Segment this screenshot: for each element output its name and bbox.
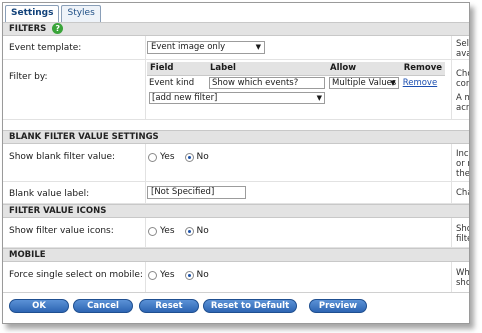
filter-field-cell: Event kind — [149, 77, 195, 88]
preview-button[interactable]: Preview — [309, 299, 367, 313]
description-column: Sho filte — [451, 218, 469, 247]
row-show-blank: Show blank filter value: Yes No Incl or … — [3, 144, 470, 182]
row-blank-label: Blank value label: [Not Specified] Cha — [3, 182, 469, 204]
show-icons-label: Show filter value icons: — [9, 226, 114, 236]
show-icons-no-label: No — [196, 226, 209, 236]
row-force-single: Force single select on mobile: Yes No Wh… — [3, 262, 470, 292]
add-new-filter-value: [add new filter] — [152, 92, 218, 103]
description-column: Choo conf A ma acro — [451, 60, 470, 119]
event-template-desc: Sele — [456, 39, 469, 49]
description-column: Cha — [451, 182, 469, 203]
filter-table: Field Label Allow Remove Event kind Show… — [147, 62, 445, 105]
show-icons-radio-group: Yes No — [148, 226, 209, 236]
empty-cell — [401, 90, 445, 105]
show-blank-desc-2: or m — [456, 159, 469, 169]
section-blank-filter: BLANK FILTER VALUE SETTINGS — [3, 130, 469, 144]
show-blank-desc: Incl — [456, 149, 470, 159]
filter-by-label: Filter by: — [9, 72, 48, 82]
filter-by-desc-2: conf — [456, 79, 469, 89]
force-single-desc-2: sho — [456, 278, 470, 288]
tab-styles[interactable]: Styles — [61, 5, 101, 22]
force-single-yes-label: Yes — [160, 270, 175, 280]
force-single-no-label: No — [196, 270, 209, 280]
force-single-label: Force single select on mobile: — [9, 270, 143, 280]
show-blank-no-label: No — [196, 152, 209, 162]
section-filter-icons: FILTER VALUE ICONS — [3, 204, 469, 218]
value-column — [145, 218, 146, 247]
filter-label-input[interactable]: Show which events? — [209, 76, 325, 89]
event-template-select[interactable]: Event image only ▼ — [147, 41, 265, 54]
cancel-button[interactable]: Cancel — [73, 299, 133, 313]
tab-settings[interactable]: Settings — [5, 5, 60, 22]
empty-cell — [327, 90, 401, 105]
filter-by-desc-3: A ma — [456, 93, 469, 103]
column-header-allow: Allow — [327, 62, 401, 76]
show-icons-no-radio[interactable] — [184, 226, 194, 236]
description-column: Sele ava — [451, 36, 470, 59]
force-single-radio-group: Yes No — [148, 270, 209, 280]
show-blank-desc-3: the — [456, 169, 470, 179]
value-column — [145, 36, 146, 59]
column-header-label: Label — [207, 62, 327, 76]
filter-by-desc-4: acro — [456, 103, 470, 113]
section-filters: FILTERS ? — [3, 22, 469, 36]
force-single-yes-radio[interactable] — [148, 270, 157, 280]
table-row: Event kind Show which events? Multiple V… — [147, 75, 445, 90]
event-template-value: Event image only — [151, 42, 226, 52]
show-icons-desc: Sho — [456, 224, 469, 234]
value-column — [145, 60, 146, 119]
show-blank-radio-group: Yes No — [148, 152, 209, 162]
section-filters-title: FILTERS — [9, 24, 47, 34]
remove-filter-link[interactable]: Remove — [403, 78, 438, 88]
value-column — [145, 182, 146, 203]
blank-value-input[interactable]: [Not Specified] — [147, 186, 246, 199]
help-icon[interactable]: ? — [52, 23, 64, 34]
filter-label-cell: Show which events? — [207, 75, 327, 90]
add-filter-row: [add new filter] ▼ — [147, 90, 445, 105]
show-blank-no-radio[interactable] — [184, 152, 194, 162]
show-icons-yes-label: Yes — [160, 226, 175, 236]
tab-bar: Settings Styles — [5, 5, 103, 22]
row-show-icons: Show filter value icons: Yes No Sho filt… — [3, 218, 469, 248]
force-single-desc: Whe — [456, 268, 470, 278]
button-bar: OK Cancel Reset Reset to Default Preview — [3, 292, 469, 323]
value-column — [145, 144, 146, 181]
chevron-down-icon: ▼ — [316, 93, 322, 102]
row-event-template: Event template: Event image only ▼ Sele … — [3, 36, 470, 60]
filter-allow-select[interactable]: Multiple Values ▼ — [329, 76, 399, 89]
add-filter-cell: [add new filter] ▼ — [147, 90, 327, 105]
ok-button[interactable]: OK — [9, 299, 69, 313]
show-blank-yes-label: Yes — [160, 152, 175, 162]
blank-value-label: Blank value label: — [9, 189, 90, 199]
section-mobile: MOBILE — [3, 248, 469, 262]
row-filter-by: Filter by: Field Label Allow Remove Even… — [3, 60, 470, 120]
filter-allow-value: Multiple Values — [332, 77, 397, 88]
chevron-down-icon: ▼ — [255, 43, 261, 51]
reset-to-default-button[interactable]: Reset to Default — [203, 299, 297, 313]
filter-allow-cell: Multiple Values ▼ — [327, 75, 401, 90]
description-column: Incl or m the — [451, 144, 470, 181]
reset-button[interactable]: Reset — [139, 299, 199, 313]
column-header-remove: Remove — [400, 62, 445, 76]
blank-label-desc: Cha — [456, 188, 469, 198]
dialog-window: Settings Styles FILTERS ? Event template… — [2, 2, 470, 324]
event-template-desc-2: ava — [456, 49, 470, 59]
force-single-no-radio[interactable] — [184, 270, 194, 280]
show-blank-yes-radio[interactable] — [148, 152, 157, 162]
add-new-filter-select[interactable]: [add new filter] ▼ — [149, 91, 325, 104]
filter-by-desc: Choo — [456, 69, 469, 79]
description-column: Whe sho — [451, 262, 470, 292]
show-icons-desc-2: filte — [456, 234, 469, 244]
value-column — [145, 262, 146, 292]
filter-table-header: Field Label Allow Remove — [147, 62, 445, 76]
chevron-down-icon: ▼ — [390, 78, 396, 87]
show-blank-label: Show blank filter value: — [9, 152, 116, 162]
filter-remove-cell: Remove — [401, 75, 445, 90]
column-header-field: Field — [147, 62, 207, 76]
show-icons-yes-radio[interactable] — [148, 226, 157, 236]
event-template-label: Event template: — [9, 43, 82, 53]
